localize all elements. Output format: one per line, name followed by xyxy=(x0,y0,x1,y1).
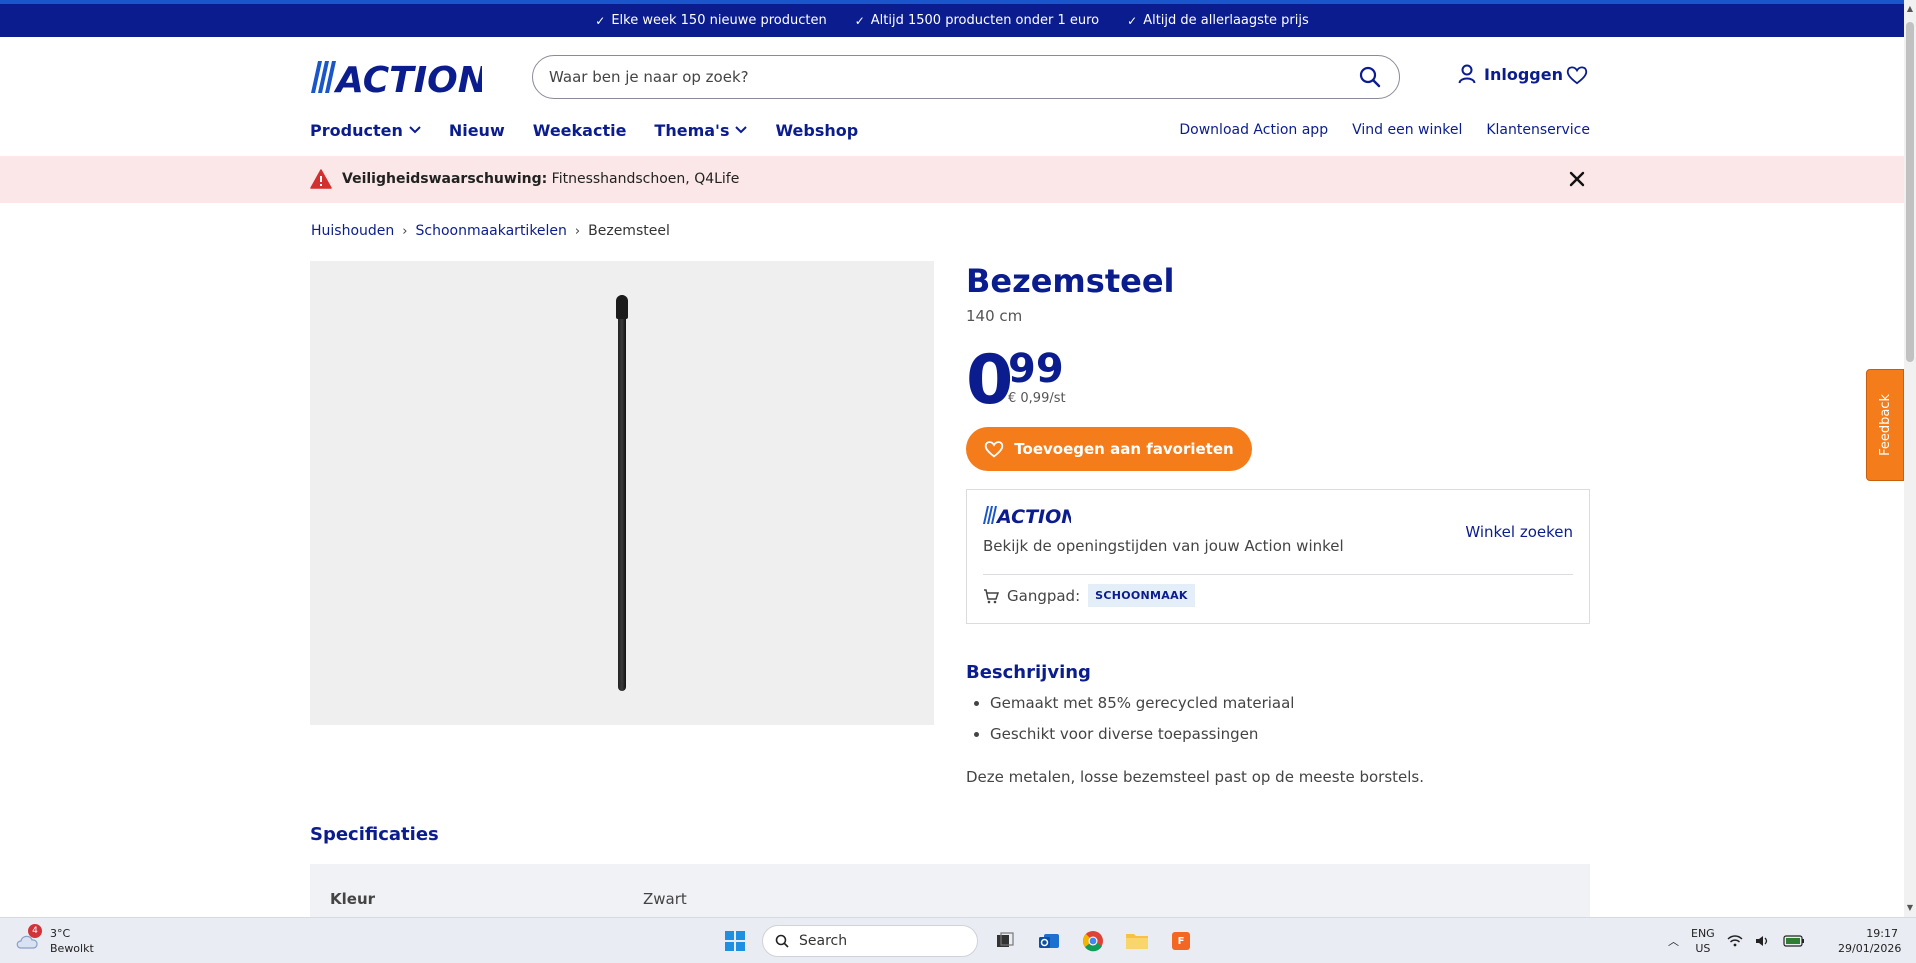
foxit-icon[interactable]: F xyxy=(1164,924,1198,958)
language-indicator[interactable]: ENG US xyxy=(1691,926,1715,956)
chevron-right-icon: › xyxy=(402,223,408,239)
aisle-info: Gangpad: SCHOONMAAK xyxy=(983,584,1195,607)
scroll-down-arrow-icon[interactable]: ▼ xyxy=(1906,903,1914,913)
broomstick-image xyxy=(618,295,626,691)
download-app-link[interactable]: Download Action app xyxy=(1179,122,1328,138)
nav-item-weekactie[interactable]: Weekactie xyxy=(533,121,627,140)
product-info: Bezemsteel 140 cm 0 99 € 0,99/st Toevoeg… xyxy=(966,261,1590,624)
add-to-favorites-button[interactable]: Toevoegen aan favorieten xyxy=(966,427,1252,471)
broomstick-tip xyxy=(616,295,628,319)
system-tray: ︿ ENG US xyxy=(1668,926,1805,956)
battery-icon[interactable] xyxy=(1783,935,1805,947)
scrollbar-thumb[interactable] xyxy=(1906,22,1914,362)
site-header: ACTION Inloggen xyxy=(310,54,1590,100)
product-subtitle: 140 cm xyxy=(966,307,1023,325)
task-view-icon[interactable] xyxy=(988,924,1022,958)
aisle-label: Gangpad: xyxy=(1007,586,1081,605)
search-bar xyxy=(532,55,1400,99)
unit-price: € 0,99/st xyxy=(1008,391,1066,406)
breadcrumb-schoonmaakartikelen[interactable]: Schoonmaakartikelen xyxy=(415,223,566,239)
favorites-heart-icon[interactable] xyxy=(1566,65,1588,89)
nav-item-producten[interactable]: Producten xyxy=(310,121,421,140)
system-clock[interactable]: 19:17 29/01/2026 xyxy=(1838,926,1901,956)
weather-widget[interactable]: 4 3°C Bewolkt xyxy=(14,924,94,956)
main-nav: Producten Nieuw Weekactie Thema's Websho… xyxy=(310,118,1590,142)
heart-icon xyxy=(985,441,1004,458)
description-bullet: Geschikt voor diverse toepassingen xyxy=(990,725,1294,743)
taskbar-apps: Search F xyxy=(718,924,1198,958)
product-price: 0 99 € 0,99/st xyxy=(966,347,1590,415)
windows-taskbar: 4 3°C Bewolkt Search F ︿ ENG US 19:17 29… xyxy=(0,917,1916,963)
check-icon: ✓ xyxy=(854,13,865,28)
chevron-down-icon xyxy=(735,126,748,134)
product-title: Bezemsteel xyxy=(966,262,1175,300)
spec-value: Zwart xyxy=(643,890,687,908)
usp-item: ✓ Altijd 1500 producten onder 1 euro xyxy=(854,13,1100,28)
product-image[interactable] xyxy=(310,261,934,725)
specifications-table: Kleur Zwart xyxy=(310,864,1590,917)
store-hours-text: Bekijk de openingstijden van jouw Action… xyxy=(983,537,1344,555)
safety-warning-banner: Veiligheidswaarschuwing: Fitnesshandscho… xyxy=(0,156,1904,203)
aisle-badge: SCHOONMAAK xyxy=(1088,584,1195,607)
svg-text:F: F xyxy=(1178,936,1185,947)
description-text: Deze metalen, losse bezemsteel past op d… xyxy=(966,768,1424,786)
customer-service-link[interactable]: Klantenservice xyxy=(1486,122,1590,138)
user-icon xyxy=(1458,64,1476,84)
outlook-icon[interactable] xyxy=(1032,924,1066,958)
taskbar-search[interactable]: Search xyxy=(762,925,978,957)
volume-icon[interactable] xyxy=(1755,934,1771,948)
chevron-up-icon[interactable]: ︿ xyxy=(1668,933,1679,949)
login-button[interactable]: Inloggen xyxy=(1458,64,1563,84)
warning-label: Veiligheidswaarschuwing: xyxy=(342,171,548,187)
nav-item-nieuw[interactable]: Nieuw xyxy=(449,121,505,140)
svg-text:ACTION: ACTION xyxy=(333,60,482,97)
description-list: Gemaakt met 85% gerecycled materiaal Ges… xyxy=(990,694,1294,756)
divider xyxy=(983,574,1573,575)
warning-text: Fitnesshandschoen, Q4Life xyxy=(551,171,740,187)
usp-item: ✓ Altijd de allerlaagste prijs xyxy=(1127,13,1309,28)
search-icon[interactable] xyxy=(1357,64,1383,90)
check-icon: ✓ xyxy=(595,13,606,28)
specifications-title: Specificaties xyxy=(310,824,439,845)
wifi-icon[interactable] xyxy=(1727,934,1743,948)
check-icon: ✓ xyxy=(1127,13,1138,28)
search-icon xyxy=(775,934,789,948)
nav-utility-links: Download Action app Vind een winkel Klan… xyxy=(1179,122,1590,138)
description-title: Beschrijving xyxy=(966,662,1091,683)
notification-badge: 4 xyxy=(28,924,42,938)
find-store-link[interactable]: Vind een winkel xyxy=(1352,122,1462,138)
chrome-icon[interactable] xyxy=(1076,924,1110,958)
weather-temp: 3°C xyxy=(50,927,71,940)
windows-start-icon[interactable] xyxy=(718,924,752,958)
description-bullet: Gemaakt met 85% gerecycled materiaal xyxy=(990,694,1294,712)
price-decimals: 99 xyxy=(1008,346,1064,392)
file-explorer-icon[interactable] xyxy=(1120,924,1154,958)
usp-bar: ✓ Elke week 150 nieuwe producten ✓ Altijd … xyxy=(0,0,1904,37)
price-integer: 0 xyxy=(966,341,1014,420)
safety-warning-content[interactable]: Veiligheidswaarschuwing: Fitnesshandscho… xyxy=(310,169,739,189)
chevron-right-icon: › xyxy=(574,223,581,239)
close-icon[interactable] xyxy=(1567,169,1587,193)
breadcrumb-huishouden[interactable]: Huishouden xyxy=(311,223,394,239)
chevron-down-icon xyxy=(409,126,421,134)
breadcrumb-current: Bezemsteel xyxy=(588,223,670,239)
usp-item: ✓ Elke week 150 nieuwe producten xyxy=(595,13,827,28)
spec-key: Kleur xyxy=(330,890,376,908)
breadcrumb: Huishouden › Schoonmaakartikelen › Bezem… xyxy=(311,223,670,239)
warning-icon xyxy=(310,169,332,189)
weather-desc: Bewolkt xyxy=(50,942,94,955)
action-logo[interactable]: ACTION xyxy=(310,57,482,97)
cart-icon xyxy=(984,588,999,603)
scroll-up-arrow-icon[interactable]: ▲ xyxy=(1906,4,1914,14)
scrollbar[interactable]: ▲ ▼ xyxy=(1904,0,1916,917)
action-logo-small: ACTION xyxy=(983,504,1077,530)
store-info-box: ACTION Bekijk de openingstijden van jouw… xyxy=(966,489,1590,624)
nav-item-themas[interactable]: Thema's xyxy=(654,121,748,140)
nav-item-webshop[interactable]: Webshop xyxy=(775,121,858,140)
feedback-tab[interactable]: Feedback xyxy=(1866,369,1904,481)
search-input[interactable] xyxy=(549,68,1357,86)
find-store-button[interactable]: Winkel zoeken xyxy=(1465,523,1573,541)
svg-text:ACTION: ACTION xyxy=(995,506,1071,526)
